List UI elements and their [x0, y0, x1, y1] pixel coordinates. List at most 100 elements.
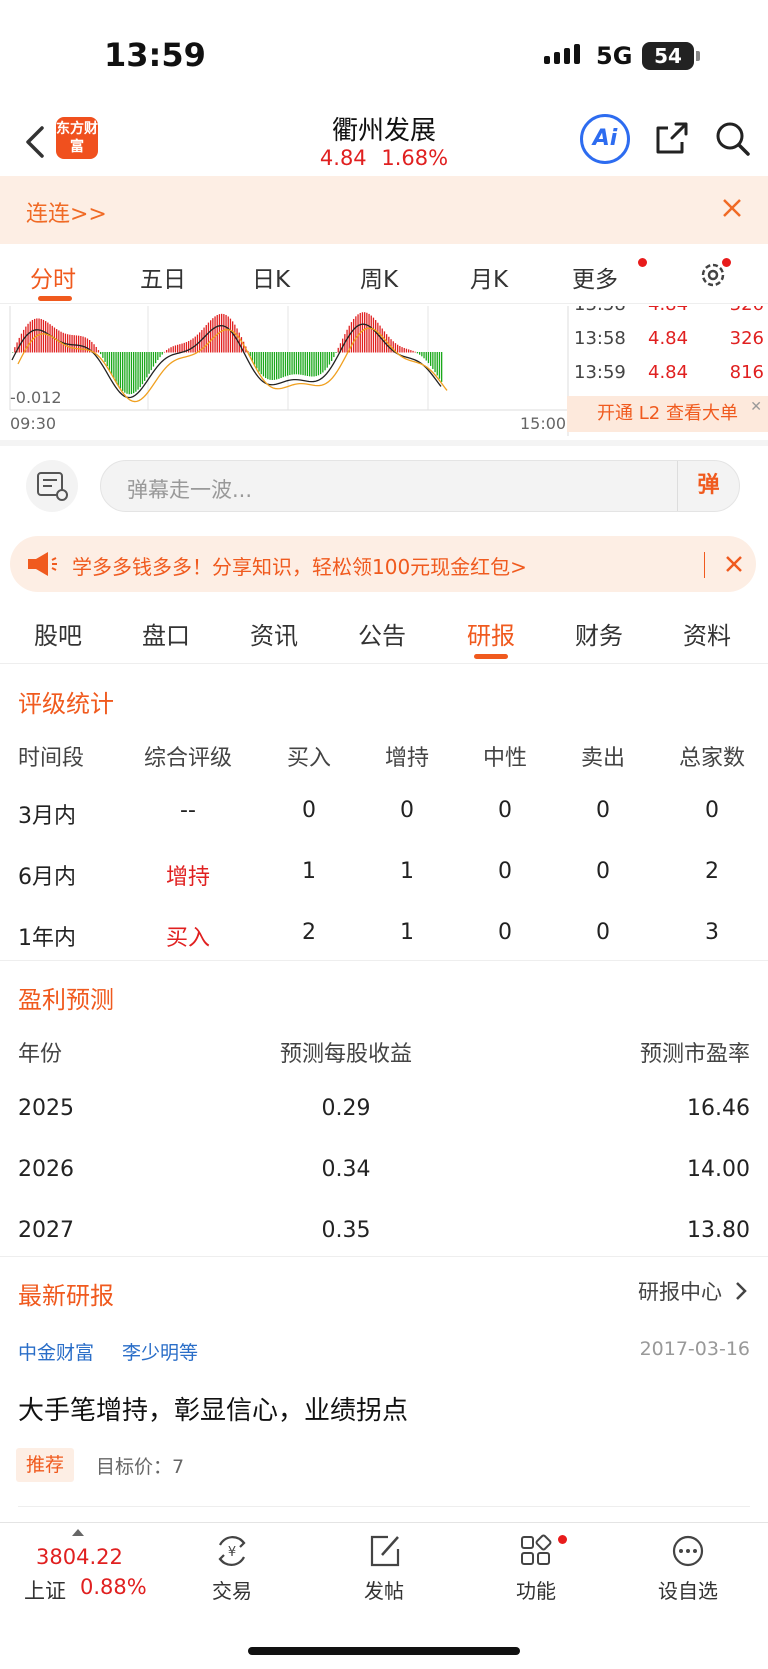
banner-text[interactable]: 连连>> [26, 196, 107, 228]
histogram-bar [258, 352, 260, 372]
cell: 14.00 [687, 1157, 750, 1182]
tab-finance[interactable]: 财务 [559, 616, 639, 651]
histogram-bar [276, 352, 278, 380]
search-icon[interactable] [712, 118, 752, 158]
histogram-bar [260, 352, 262, 375]
promo-strip[interactable]: 学多多钱多多！分享知识，轻松领100元现金红包> [10, 536, 756, 592]
histogram-bar [302, 352, 304, 376]
histogram-bar [331, 352, 333, 362]
nav-trade[interactable]: ¥ 交易 [182, 1533, 282, 1604]
cell: -- [180, 798, 196, 823]
histogram-bar [97, 350, 100, 353]
tab-research[interactable]: 研报 [451, 616, 531, 651]
nav-watchlist[interactable]: 设自选 [638, 1533, 738, 1604]
close-icon[interactable] [722, 552, 746, 576]
histogram-bar [214, 316, 216, 353]
report-rating-tag: 推荐 [16, 1448, 75, 1482]
histogram-bar [280, 352, 282, 379]
tab-profile[interactable]: 资料 [667, 616, 747, 651]
danmu-send-button[interactable]: 弹 [677, 461, 739, 511]
tab-five-day[interactable]: 五日 [140, 260, 186, 294]
report-title[interactable]: 大手笔增持，彰显信心，业绩拐点 [18, 1390, 408, 1427]
histogram-bar [53, 327, 56, 353]
histogram-bar [438, 352, 441, 379]
forecast-header-row: 年份 预测每股收益 预测市盈率 [0, 1036, 768, 1076]
tick-volume: 326 [730, 306, 764, 315]
tab-pankou[interactable]: 盘口 [126, 616, 206, 651]
index-value[interactable]: 3804.22 [36, 1545, 123, 1569]
col-header: 综合评级 [143, 746, 232, 771]
histogram-bar [311, 352, 313, 377]
histogram-bar [368, 313, 370, 353]
histogram-bar [337, 347, 339, 353]
histogram-bar [69, 334, 71, 353]
histogram-bar [419, 352, 421, 355]
histogram-bar [203, 327, 205, 353]
danmu-input[interactable]: 弹幕走一波... 弹 [100, 460, 740, 512]
tab-guba[interactable]: 股吧 [18, 616, 98, 651]
active-tab-indicator [474, 654, 508, 659]
histogram-bar [414, 351, 416, 353]
tab-intraday[interactable]: 分时 [30, 260, 76, 294]
index-name[interactable]: 上证 [24, 1575, 66, 1605]
histogram-bar [370, 315, 372, 353]
tab-news[interactable]: 资讯 [234, 616, 314, 651]
tick-price: 4.84 [648, 306, 688, 315]
nav-label: 发帖 [364, 1579, 404, 1603]
nav-functions[interactable]: 功能 [486, 1533, 586, 1604]
chevron-right-icon[interactable] [734, 1280, 748, 1302]
histogram-bar [155, 352, 157, 364]
histogram-bar [412, 350, 414, 353]
index-change[interactable]: 0.88% [80, 1575, 147, 1599]
histogram-bar [128, 352, 130, 395]
cell: 0.35 [321, 1218, 371, 1243]
tick-price: 4.84 [648, 328, 689, 349]
tick-time: 13:59 [574, 362, 626, 383]
ai-button[interactable]: Ai [580, 114, 630, 164]
divider [0, 960, 768, 961]
histogram-bar [240, 337, 243, 353]
report-date: 2017-03-16 [639, 1338, 750, 1360]
col-header: 增持 [384, 746, 429, 771]
promo-banner[interactable]: 连连>> [0, 176, 768, 244]
tab-daily-k[interactable]: 日K [252, 260, 290, 294]
settings-dot [722, 258, 731, 267]
report-org[interactable]: 中金财富 [18, 1338, 94, 1365]
histogram-bar [104, 352, 106, 362]
col-header: 年份 [18, 1042, 63, 1067]
histogram-bar [122, 352, 124, 391]
promo-text[interactable]: 学多多钱多多！分享知识，轻松领100元现金红包> [72, 551, 527, 580]
report-center-link[interactable]: 研报中心 [638, 1276, 722, 1306]
cell: 1 [400, 920, 414, 945]
histogram-bar [179, 344, 181, 353]
tab-weekly-k[interactable]: 周K [360, 260, 398, 294]
l2-upgrade-button[interactable]: 开通 L2 查看大单 ✕ [567, 396, 768, 432]
histogram-bar [346, 329, 348, 353]
histogram-bar [335, 352, 337, 353]
histogram-bar [148, 352, 150, 374]
report-author[interactable]: 李少明等 [122, 1338, 198, 1365]
danmu-settings-icon[interactable] [26, 460, 78, 512]
share-icon[interactable] [652, 118, 692, 158]
histogram-bar [295, 352, 298, 375]
nav-post[interactable]: 发帖 [334, 1533, 434, 1604]
table-row: 2027 0.35 13.80 [0, 1218, 768, 1258]
histogram-bar [353, 318, 355, 353]
tab-announcements[interactable]: 公告 [342, 616, 422, 651]
histogram-bar [309, 352, 311, 377]
close-icon[interactable]: ✕ [750, 400, 762, 414]
close-icon[interactable] [718, 194, 746, 222]
table-row: 1年内 买入 2 1 0 0 3 [0, 920, 768, 960]
histogram-bar [364, 312, 366, 353]
tab-more[interactable]: 更多 [572, 260, 618, 294]
histogram-bar [269, 352, 271, 380]
divider [704, 552, 705, 578]
histogram-bar [315, 352, 317, 377]
tab-monthly-k[interactable]: 月K [470, 260, 508, 294]
chevron-up-icon[interactable] [72, 1529, 84, 1536]
notification-dot [558, 1535, 567, 1544]
histogram-bar [34, 318, 36, 353]
l2-button-label: 开通 L2 查看大单 [597, 403, 738, 424]
home-indicator[interactable] [248, 1647, 520, 1655]
intraday-chart[interactable]: -0.012 09:30 15:00 13:58 4.84 326 13:58 … [0, 306, 768, 436]
